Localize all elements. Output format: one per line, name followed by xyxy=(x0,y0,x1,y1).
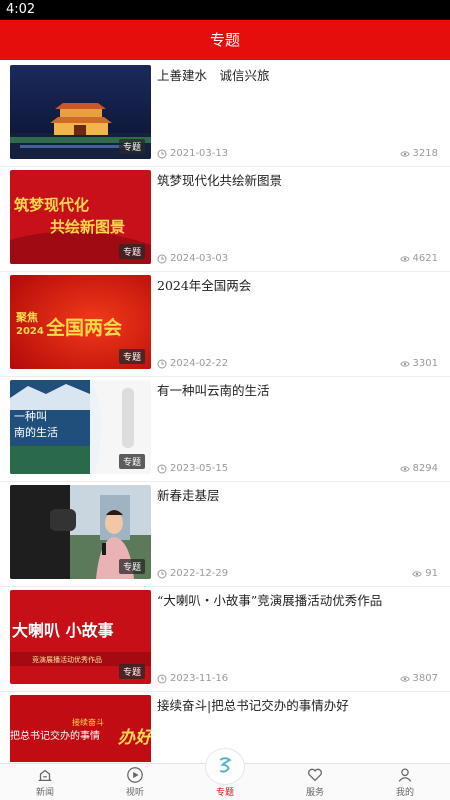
item-date: 2023-11-16 xyxy=(157,673,228,684)
svg-text:聚焦: 聚焦 xyxy=(15,310,38,324)
item-views: 91 xyxy=(412,568,438,579)
item-views: 3301 xyxy=(399,358,438,369)
clock-icon xyxy=(157,674,167,683)
tab-topics[interactable]: 专题 xyxy=(180,748,270,800)
list-item[interactable]: 专题 上善建水 诚信兴旅 2021-03-13 3218 xyxy=(0,62,450,167)
clock-icon xyxy=(157,464,167,473)
item-title: 上善建水 诚信兴旅 xyxy=(157,68,270,83)
eye-icon xyxy=(399,675,410,682)
topic-icon xyxy=(219,757,232,773)
svg-text:2024: 2024 xyxy=(16,326,44,337)
tab-label: 服务 xyxy=(305,788,324,798)
topic-list: 专题 上善建水 诚信兴旅 2021-03-13 3218 筑梦现代化 共绘新图景… xyxy=(0,62,450,762)
svg-text:一种叫: 一种叫 xyxy=(14,409,47,423)
eye-icon xyxy=(399,150,410,157)
news-icon xyxy=(38,769,52,782)
item-title: “大喇叭・小故事”竞演展播活动优秀作品 xyxy=(157,593,383,608)
tab-service[interactable]: 服务 xyxy=(270,764,360,800)
topic-tag: 专题 xyxy=(118,664,145,679)
svg-text:接续奋斗: 接续奋斗 xyxy=(72,717,104,727)
tab-label: 新闻 xyxy=(35,788,54,798)
tab-label: 专题 xyxy=(215,788,234,798)
thumbnail-image: 聚焦 2024 全国两会 专题 xyxy=(10,275,151,369)
item-date: 2024-02-22 xyxy=(157,358,228,369)
list-item[interactable]: 筑梦现代化 共绘新图景 专题 筑梦现代化共绘新图景 2024-03-03 462… xyxy=(0,167,450,272)
item-date: 2023-05-15 xyxy=(157,463,228,474)
item-views: 8294 xyxy=(399,463,438,474)
item-date: 2022-12-29 xyxy=(157,568,228,579)
topic-tab-bubble xyxy=(205,748,245,785)
item-views: 3807 xyxy=(399,673,438,684)
person-icon xyxy=(398,768,412,782)
item-title: 有一种叫云南的生活 xyxy=(157,383,270,398)
svg-text:全国两会: 全国两会 xyxy=(45,316,122,339)
tab-profile[interactable]: 我的 xyxy=(360,764,450,800)
svg-text:共绘新图景: 共绘新图景 xyxy=(50,218,125,236)
clock-icon xyxy=(157,359,167,368)
eye-icon xyxy=(412,570,422,577)
topic-tag: 专题 xyxy=(118,559,145,574)
play-icon xyxy=(127,767,143,783)
status-time: 4:02 xyxy=(6,2,36,17)
topic-tag: 专题 xyxy=(118,244,145,259)
list-item[interactable]: 专题 新春走基层 2022-12-29 91 xyxy=(0,482,450,587)
topic-tag: 专题 xyxy=(118,139,145,154)
tab-label: 视听 xyxy=(125,788,144,798)
item-title: 2024年全国两会 xyxy=(157,278,252,293)
svg-text:大喇叭 小故事: 大喇叭 小故事 xyxy=(12,621,114,640)
tab-video[interactable]: 视听 xyxy=(90,764,180,800)
item-title: 接续奋斗|把总书记交办的事情办好 xyxy=(157,698,349,713)
thumbnail-image: 大喇叭 小故事 竞演展播活动优秀作品 专题 xyxy=(10,590,151,684)
svg-text:办好: 办好 xyxy=(118,728,151,748)
clock-icon xyxy=(157,569,167,578)
status-bar: 4:02 xyxy=(0,0,450,20)
svg-text:把总书记交办的事情: 把总书记交办的事情 xyxy=(10,729,100,742)
svg-text:筑梦现代化: 筑梦现代化 xyxy=(13,196,89,214)
page-header: 专题 xyxy=(0,20,450,60)
item-title: 新春走基层 xyxy=(157,488,220,503)
item-date: 2024-03-03 xyxy=(157,253,228,264)
item-views: 3218 xyxy=(399,148,438,159)
heart-icon xyxy=(308,768,322,782)
thumbnail-image: 筑梦现代化 共绘新图景 专题 xyxy=(10,170,151,264)
thumbnail-image: 专题 xyxy=(10,485,151,579)
item-title: 筑梦现代化共绘新图景 xyxy=(157,173,283,188)
clock-icon xyxy=(157,149,167,158)
eye-icon xyxy=(399,255,410,262)
clock-icon xyxy=(157,254,167,263)
topic-tag: 专题 xyxy=(118,454,145,469)
list-item[interactable]: 大喇叭 小故事 竞演展播活动优秀作品 专题 “大喇叭・小故事”竞演展播活动优秀作… xyxy=(0,587,450,692)
thumbnail-image: 专题 xyxy=(10,65,151,159)
page-title: 专题 xyxy=(209,31,240,49)
svg-text:南的生活: 南的生活 xyxy=(14,425,58,439)
thumbnail-image: 一种叫 南的生活 专题 xyxy=(10,380,151,474)
topic-tag: 专题 xyxy=(118,349,145,364)
eye-icon xyxy=(399,360,410,367)
eye-icon xyxy=(399,465,410,472)
thumbnail-image: 接续奋斗 把总书记交办的事情 办好 xyxy=(10,695,151,762)
list-item[interactable]: 聚焦 2024 全国两会 专题 2024年全国两会 2024-02-22 330… xyxy=(0,272,450,377)
list-item[interactable]: 一种叫 南的生活 专题 有一种叫云南的生活 2023-05-15 8294 xyxy=(0,377,450,482)
tab-label: 我的 xyxy=(395,788,414,798)
svg-text:竞演展播活动优秀作品: 竞演展播活动优秀作品 xyxy=(32,655,102,664)
tab-news[interactable]: 新闻 xyxy=(0,764,90,800)
item-views: 4621 xyxy=(399,253,438,264)
item-date: 2021-03-13 xyxy=(157,148,228,159)
bottom-tab-bar: 新闻 视听 专题 服务 我的 xyxy=(0,748,450,800)
